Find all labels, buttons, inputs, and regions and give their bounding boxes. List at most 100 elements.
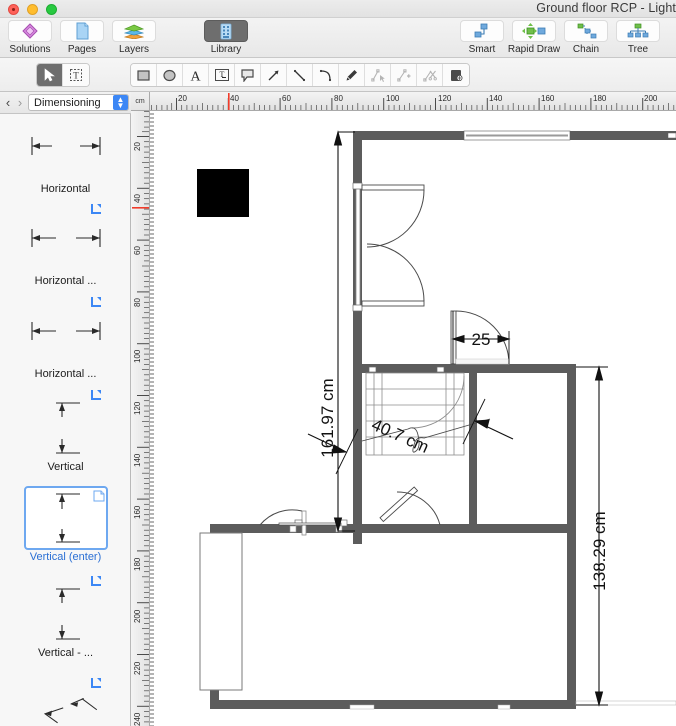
double-door-left <box>352 182 425 312</box>
ribbon-button-rapid-draw[interactable]: Rapid Draw <box>508 18 560 55</box>
ruler-unit-label: cm <box>131 92 150 111</box>
add-node-icon[interactable] <box>391 64 417 86</box>
shape-item-vertical[interactable]: Vertical <box>0 390 130 473</box>
svg-text:60: 60 <box>133 246 142 255</box>
svg-text:60: 60 <box>282 94 291 103</box>
text-box-icon[interactable]: T <box>209 64 235 86</box>
library-category-select[interactable]: Dimensioning ▲ ▼ <box>28 94 129 111</box>
tree-connector-icon <box>616 20 660 42</box>
shape-library-panel: ‹ › Dimensioning ▲ ▼ Horizontal Horizont… <box>0 92 131 726</box>
sheet-left-edge <box>150 111 154 726</box>
drawing-sheet[interactable]: 161.97 cm 138.29 cm 25 40.7 cm <box>150 111 676 726</box>
ribbon-button-solutions[interactable]: Solutions <box>4 18 56 55</box>
svg-text:140: 140 <box>489 94 503 103</box>
diamond-icon <box>8 20 52 42</box>
svg-text:180: 180 <box>593 94 607 103</box>
svg-text:40: 40 <box>133 194 142 203</box>
nav-back-icon[interactable]: ‹ <box>2 95 14 110</box>
ribbon-button-layers[interactable]: Layers <box>108 18 160 55</box>
dim-horizontal-arrows-icon <box>24 204 108 274</box>
shape-item-horizontal-2[interactable]: Horizontal ... <box>0 204 130 287</box>
edit-node-icon[interactable] <box>365 64 391 86</box>
vertical-ruler[interactable]: 20 40 60 80 100 120 140 160 180 200 220 … <box>131 111 150 726</box>
ribbon-label-solutions: Solutions <box>9 44 51 55</box>
svg-text:120: 120 <box>438 94 452 103</box>
shape-list: Horizontal Horizontal ... Horizontal ...… <box>0 114 130 726</box>
text-select-icon[interactable]: T <box>63 64 89 86</box>
shape-label-vertical-enter: Vertical (enter) <box>29 551 102 563</box>
floor-plan-drawing[interactable]: 161.97 cm 138.29 cm 25 40.7 cm <box>150 111 676 726</box>
ribbon-button-smart[interactable]: Smart <box>456 18 508 55</box>
ribbon-toolbar: Solutions Pages Layers Library Smart Rap… <box>0 18 676 58</box>
layers-icon <box>112 20 156 42</box>
line-icon[interactable] <box>287 64 313 86</box>
furniture-rect-left <box>199 532 243 691</box>
svg-text:160: 160 <box>133 505 142 519</box>
ribbon-library-group: Library <box>200 18 252 55</box>
window-title: Ground floor RCP - Light <box>536 1 676 15</box>
close-button[interactable] <box>8 4 19 15</box>
ribbon-left-group: Solutions Pages Layers <box>4 18 160 55</box>
callout-icon[interactable] <box>235 64 261 86</box>
ribbon-button-library[interactable]: Library <box>200 18 252 55</box>
tool-strip: T A T <box>0 58 676 92</box>
svg-text:240: 240 <box>133 712 142 726</box>
shape-item-angular[interactable] <box>0 674 130 726</box>
ribbon-label-tree: Tree <box>627 44 649 55</box>
nav-forward-icon[interactable]: › <box>14 95 26 110</box>
svg-text:80: 80 <box>334 94 343 103</box>
svg-text:20: 20 <box>133 142 142 151</box>
pen-icon[interactable] <box>339 64 365 86</box>
shape-label-horizontal: Horizontal <box>40 183 91 195</box>
svg-text:A: A <box>190 69 201 83</box>
minimize-button[interactable] <box>27 4 38 15</box>
bottom-opening-3 <box>575 700 676 706</box>
svg-text:200: 200 <box>133 609 142 623</box>
paint-bucket-icon[interactable] <box>443 64 469 86</box>
rectangle-icon[interactable] <box>131 64 157 86</box>
shape-corner-badge-icon <box>90 676 102 694</box>
ribbon-button-chain[interactable]: Chain <box>560 18 612 55</box>
shape-item-vertical-enter[interactable]: Vertical (enter) <box>0 486 130 563</box>
horizontal-ruler[interactable]: 20 40 60 80 100 120 140 160 180 200 <box>150 92 676 111</box>
arrow-pointer-icon[interactable] <box>37 64 63 86</box>
maximize-button[interactable] <box>46 4 57 15</box>
drawing-tool-cluster: A T <box>130 63 470 87</box>
svg-text:20: 20 <box>178 94 187 103</box>
cut-node-icon[interactable] <box>417 64 443 86</box>
title-bar: Ground floor RCP - Light <box>0 0 676 18</box>
svg-text:220: 220 <box>133 661 142 675</box>
bottom-opening-2 <box>497 704 511 710</box>
selection-tool-cluster: T <box>36 63 90 87</box>
svg-text:200: 200 <box>644 94 658 103</box>
arrow-line-icon[interactable] <box>261 64 287 86</box>
dim-angular-icon <box>24 674 108 726</box>
window-controls <box>8 4 57 15</box>
ribbon-label-rapid-draw: Rapid Draw <box>507 44 561 55</box>
smart-connector-icon <box>460 20 504 42</box>
library-grid-icon <box>204 20 248 42</box>
chevron-updown-icon: ▲ ▼ <box>113 95 128 110</box>
shape-corner-badge-icon <box>90 295 102 313</box>
library-panel-header: ‹ › Dimensioning ▲ ▼ <box>0 92 131 114</box>
ribbon-label-smart: Smart <box>468 44 496 55</box>
chain-connector-icon <box>564 20 608 42</box>
curve-icon[interactable] <box>313 64 339 86</box>
text-a-icon[interactable]: A <box>183 64 209 86</box>
ribbon-button-tree[interactable]: Tree <box>612 18 664 55</box>
svg-text:120: 120 <box>133 401 142 415</box>
library-category-label: Dimensioning <box>34 96 101 109</box>
dim-vertical-icon <box>24 390 108 460</box>
shape-item-horizontal-3[interactable]: Horizontal ... <box>0 297 130 380</box>
shape-label-vertical-open: Vertical - ... <box>37 647 94 659</box>
ribbon-label-pages: Pages <box>67 44 97 55</box>
svg-text:80: 80 <box>133 298 142 307</box>
ellipse-icon[interactable] <box>157 64 183 86</box>
ribbon-right-group: Smart Rapid Draw Chain Tree <box>456 18 664 55</box>
shape-item-horizontal[interactable]: Horizontal <box>0 118 130 195</box>
door-interior-bottom <box>379 486 441 526</box>
shape-corner-badge-icon <box>90 388 102 406</box>
ribbon-button-pages[interactable]: Pages <box>56 18 108 55</box>
window-top <box>463 130 571 141</box>
shape-item-vertical-open[interactable]: Vertical - ... <box>0 576 130 659</box>
